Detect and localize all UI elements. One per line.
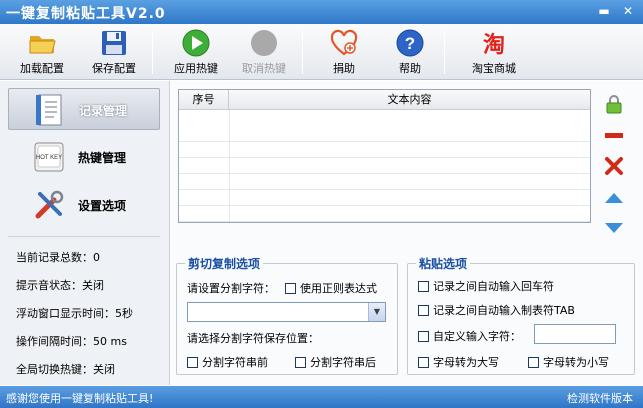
sidebar: 记录管理 HOT KEY 热键管理 设置选项 当前记录总数：0 提示音状态：关闭…	[0, 81, 170, 385]
apply-hotkey-button[interactable]: 应用热键	[166, 28, 226, 78]
delete-all-icon[interactable]	[603, 155, 625, 177]
operation-interval: 操作间隔时间：50 ms	[16, 335, 127, 348]
move-down-icon[interactable]	[603, 217, 625, 239]
checkbox-box	[418, 357, 429, 368]
toolbar-separator	[152, 30, 153, 74]
taobao-mall-button[interactable]: 淘 淘宝商城	[466, 28, 522, 78]
table-row	[179, 158, 590, 174]
sidebar-divider	[8, 236, 160, 237]
svg-text:?: ?	[405, 34, 415, 53]
chevron-down-icon[interactable]: ▼	[368, 303, 385, 321]
load-config-button[interactable]: 加载配置	[14, 28, 70, 78]
donate-button[interactable]: 捐助	[322, 28, 366, 78]
to-upper-checkbox[interactable]: 字母转为大写	[418, 354, 499, 370]
status-bar: 感谢您使用一键复制粘贴工具! 检测软件版本	[0, 386, 643, 408]
use-regex-checkbox[interactable]: 使用正则表达式	[285, 280, 377, 296]
sidebar-item-label: 记录管理	[79, 104, 128, 118]
column-header-text[interactable]: 文本内容	[229, 90, 590, 110]
remove-icon[interactable]	[603, 125, 625, 147]
sound-status: 提示音状态：关闭	[16, 279, 104, 292]
checkbox-box	[418, 331, 429, 342]
auto-enter-checkbox[interactable]: 记录之间自动输入回车符	[418, 278, 554, 294]
record-count: 当前记录总数：0	[16, 251, 100, 264]
sidebar-item-hotkey-management[interactable]: HOT KEY 热键管理	[8, 136, 160, 178]
folder-icon	[29, 36, 56, 54]
help-button[interactable]: ? 帮助	[390, 28, 430, 78]
checkbox-box	[418, 281, 429, 292]
heart-plus-icon	[330, 29, 358, 56]
sidebar-item-record-management[interactable]: 记录管理	[8, 88, 160, 130]
save-position-label: 请选择分割字符保存位置：	[187, 332, 319, 345]
cancel-hotkey-button[interactable]: 取消热键	[234, 28, 294, 78]
paste-options-title: 粘贴选项	[416, 255, 471, 272]
custom-char-checkbox[interactable]: 自定义输入字符：	[418, 328, 521, 344]
sidebar-item-settings[interactable]: 设置选项	[8, 184, 160, 226]
move-up-icon[interactable]	[603, 187, 625, 209]
global-toggle-hotkey: 全局切换热键：关闭	[16, 363, 115, 376]
records-table[interactable]: 序号 文本内容	[178, 89, 591, 223]
sidebar-item-label: 热键管理	[78, 151, 127, 165]
float-window-time: 浮动窗口显示时间：5秒	[16, 307, 133, 320]
checkbox-box	[295, 357, 306, 368]
play-icon	[182, 29, 210, 57]
close-button[interactable]: ✕	[618, 2, 638, 20]
window-title: 一键复制粘贴工具V2.0	[6, 6, 166, 22]
minimize-button[interactable]: ▬	[594, 2, 614, 20]
cut-copy-options-group: 剪切复制选项 请设置分割字符： 使用正则表达式 ▼ 请选择分割字符保存位置： 分…	[176, 255, 398, 375]
checkbox-box	[187, 357, 198, 368]
status-message: 感谢您使用一键复制粘贴工具!	[6, 392, 154, 405]
toolbar: 加载配置 保存配置 应用热键 取消热键 捐助 ? 帮助 淘 淘宝商城	[0, 24, 643, 80]
to-lower-checkbox[interactable]: 字母转为小写	[528, 354, 609, 370]
main-panel: 序号 文本内容 剪切复制选项 请设置分割字符： 使用正则表达式 ▼ 请选择分割字…	[171, 81, 643, 385]
checkbox-box	[418, 305, 429, 316]
hotkey-icon: HOT KEY	[34, 142, 64, 172]
table-row	[179, 190, 590, 206]
table-row	[179, 126, 590, 142]
toolbar-separator	[302, 30, 303, 74]
title-bar: 一键复制粘贴工具V2.0 ▬ ✕	[0, 0, 643, 24]
checkbox-box	[285, 283, 296, 294]
cut-copy-options-title: 剪切复制选项	[185, 255, 264, 272]
auto-tab-checkbox[interactable]: 记录之间自动输入制表符TAB	[418, 302, 575, 318]
table-row	[179, 206, 590, 222]
paste-options-group: 粘贴选项 记录之间自动输入回车符 记录之间自动输入制表符TAB 自定义输入字符：…	[407, 255, 635, 375]
column-header-index[interactable]: 序号	[179, 90, 229, 110]
table-row	[179, 142, 590, 158]
floppy-disk-icon	[102, 31, 126, 55]
before-string-checkbox[interactable]: 分割字符串前	[187, 354, 268, 370]
table-row	[179, 174, 590, 190]
table-header: 序号 文本内容	[179, 90, 590, 110]
after-string-checkbox[interactable]: 分割字符串后	[295, 354, 376, 370]
svg-text:淘: 淘	[483, 32, 505, 58]
custom-char-input[interactable]	[534, 324, 616, 344]
separator-label: 请设置分割字符：	[187, 282, 275, 295]
document-icon	[36, 94, 62, 126]
svg-text:HOT KEY: HOT KEY	[36, 155, 62, 161]
checkbox-box	[528, 357, 539, 368]
toolbar-separator	[444, 30, 445, 74]
save-config-button[interactable]: 保存配置	[86, 28, 142, 78]
taobao-logo-icon: 淘	[483, 32, 505, 58]
sidebar-item-label: 设置选项	[78, 199, 127, 213]
stop-icon	[251, 30, 277, 56]
check-version-link[interactable]: 检测软件版本	[567, 390, 633, 406]
tools-icon	[35, 190, 64, 219]
separator-combo[interactable]: ▼	[187, 302, 386, 322]
help-icon: ?	[396, 29, 424, 57]
lock-icon[interactable]	[603, 93, 625, 115]
